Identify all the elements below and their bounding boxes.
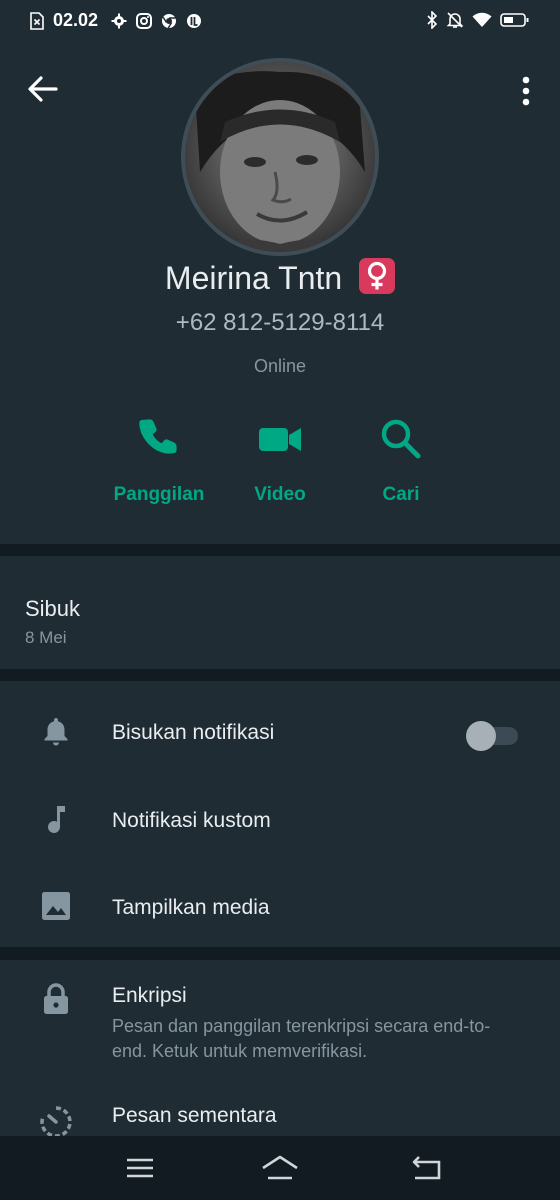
about-status: Sibuk xyxy=(25,596,81,621)
video-camera-icon xyxy=(259,428,301,451)
notifications-off-icon xyxy=(446,12,464,28)
video-label: Video xyxy=(254,484,306,505)
lock-icon xyxy=(44,983,68,1014)
presence-status: Online xyxy=(253,356,307,376)
about-date: 8 Mei xyxy=(25,628,67,647)
settings-section: Bisukan notifikasi Notifikasi kustom Tam… xyxy=(0,681,560,947)
encryption-description: Pesan dan panggilan terenkripsi secara e… xyxy=(112,1016,491,1061)
search-icon xyxy=(381,419,421,459)
call-label: Panggilan xyxy=(113,484,205,505)
bluetooth-icon xyxy=(427,11,438,29)
home-icon[interactable] xyxy=(260,1152,300,1184)
battery-icon xyxy=(500,13,529,27)
phone-icon xyxy=(139,419,177,454)
security-section: Enkripsi Pesan dan panggilan terenkripsi… xyxy=(0,960,560,1136)
image-icon xyxy=(42,892,70,920)
custom-notifications-row[interactable]: Notifikasi kustom xyxy=(0,777,560,857)
encryption-title: Enkripsi xyxy=(112,984,187,1007)
system-nav-bar xyxy=(0,1136,560,1200)
music-note-icon xyxy=(48,806,65,833)
bell-icon xyxy=(44,718,68,746)
mute-toggle[interactable] xyxy=(466,721,518,751)
timer-icon xyxy=(40,1106,72,1136)
profile-header: Meirina Tntn +62 812-5129-8114 Online Pa… xyxy=(0,44,560,544)
instagram-icon xyxy=(136,12,153,29)
back-nav-icon[interactable] xyxy=(406,1152,446,1184)
back-arrow-icon[interactable] xyxy=(26,72,60,106)
status-time: 02.02 xyxy=(53,10,99,30)
mute-notifications-label: Bisukan notifikasi xyxy=(112,721,275,744)
contact-name: Meirina Tntn xyxy=(164,260,343,296)
recent-apps-icon[interactable] xyxy=(120,1152,160,1184)
contact-avatar[interactable] xyxy=(181,58,379,256)
search-label: Cari xyxy=(382,484,420,505)
more-options-icon[interactable] xyxy=(515,74,537,108)
contact-name-row: Meirina Tntn xyxy=(0,258,560,297)
media-row[interactable]: Tampilkan media xyxy=(0,864,560,944)
media-label: Tampilkan media xyxy=(112,896,270,919)
toggle-knob xyxy=(466,721,496,751)
video-call-button[interactable]: Video xyxy=(210,414,350,506)
call-button[interactable]: Panggilan xyxy=(89,414,229,506)
mute-notifications-row[interactable]: Bisukan notifikasi xyxy=(0,689,560,769)
disappearing-messages-title: Pesan sementara xyxy=(112,1104,277,1127)
wifi-icon xyxy=(472,12,492,27)
status-bar: 02.02 xyxy=(0,0,560,44)
female-sign-emoji xyxy=(359,258,396,294)
search-button[interactable]: Cari xyxy=(331,414,471,506)
custom-notifications-label: Notifikasi kustom xyxy=(112,809,271,832)
chrome-icon xyxy=(162,13,177,28)
sim-error-icon xyxy=(30,11,44,30)
app-icon xyxy=(187,13,202,28)
contact-phone: +62 812-5129-8114 xyxy=(175,309,385,336)
about-section[interactable]: Sibuk 8 Mei xyxy=(0,556,560,669)
profile-photo xyxy=(185,62,375,252)
settings-icon xyxy=(111,13,127,28)
